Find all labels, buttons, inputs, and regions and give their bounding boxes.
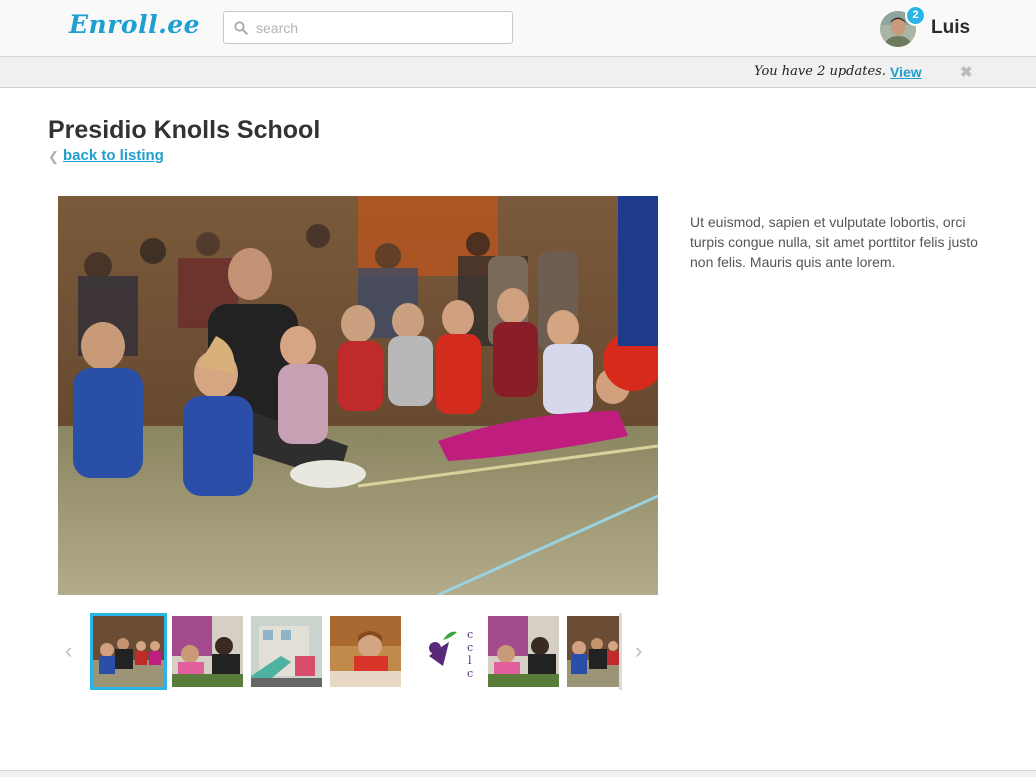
- notification-text: You have 2 updates.: [754, 64, 886, 79]
- svg-text:c: c: [467, 628, 473, 641]
- svg-text:l: l: [468, 654, 472, 667]
- svg-text:c: c: [467, 667, 473, 680]
- app-logo[interactable]: Enroll.ee: [69, 10, 200, 39]
- notification-bar: You have 2 updates. View ✖: [0, 57, 1036, 88]
- thumbnail-5-logo[interactable]: c c l c: [409, 616, 480, 687]
- main-photo[interactable]: [58, 196, 658, 595]
- user-name[interactable]: Luis: [931, 17, 970, 39]
- search-icon: [234, 21, 248, 35]
- thumbnail-1[interactable]: [90, 613, 167, 690]
- thumbnail-4[interactable]: [330, 616, 401, 687]
- top-header: Enroll.ee 2 Luis: [0, 0, 1036, 57]
- thumbnail-3[interactable]: [251, 616, 322, 687]
- back-to-listing-link[interactable]: back to listing: [63, 147, 164, 164]
- page-title: Presidio Knolls School: [48, 116, 321, 144]
- view-updates-link[interactable]: View: [890, 64, 922, 80]
- thumbnail-6[interactable]: [488, 616, 559, 687]
- notification-count-badge[interactable]: 2: [905, 5, 926, 26]
- chevron-left-icon: ❮: [48, 149, 59, 164]
- close-icon[interactable]: ✖: [960, 63, 973, 81]
- footer-divider: [0, 770, 1036, 777]
- svg-text:c: c: [467, 641, 473, 654]
- chevron-right-icon[interactable]: ›: [635, 638, 642, 664]
- thumbnail-2[interactable]: [172, 616, 243, 687]
- search-input[interactable]: [256, 16, 504, 39]
- listing-description: Ut euismod, sapien et vulputate lobortis…: [690, 214, 978, 270]
- thumbnail-7[interactable]: [567, 616, 619, 687]
- chevron-left-icon[interactable]: ‹: [65, 638, 72, 664]
- carousel-edge: [619, 613, 622, 690]
- search-box[interactable]: [223, 11, 513, 44]
